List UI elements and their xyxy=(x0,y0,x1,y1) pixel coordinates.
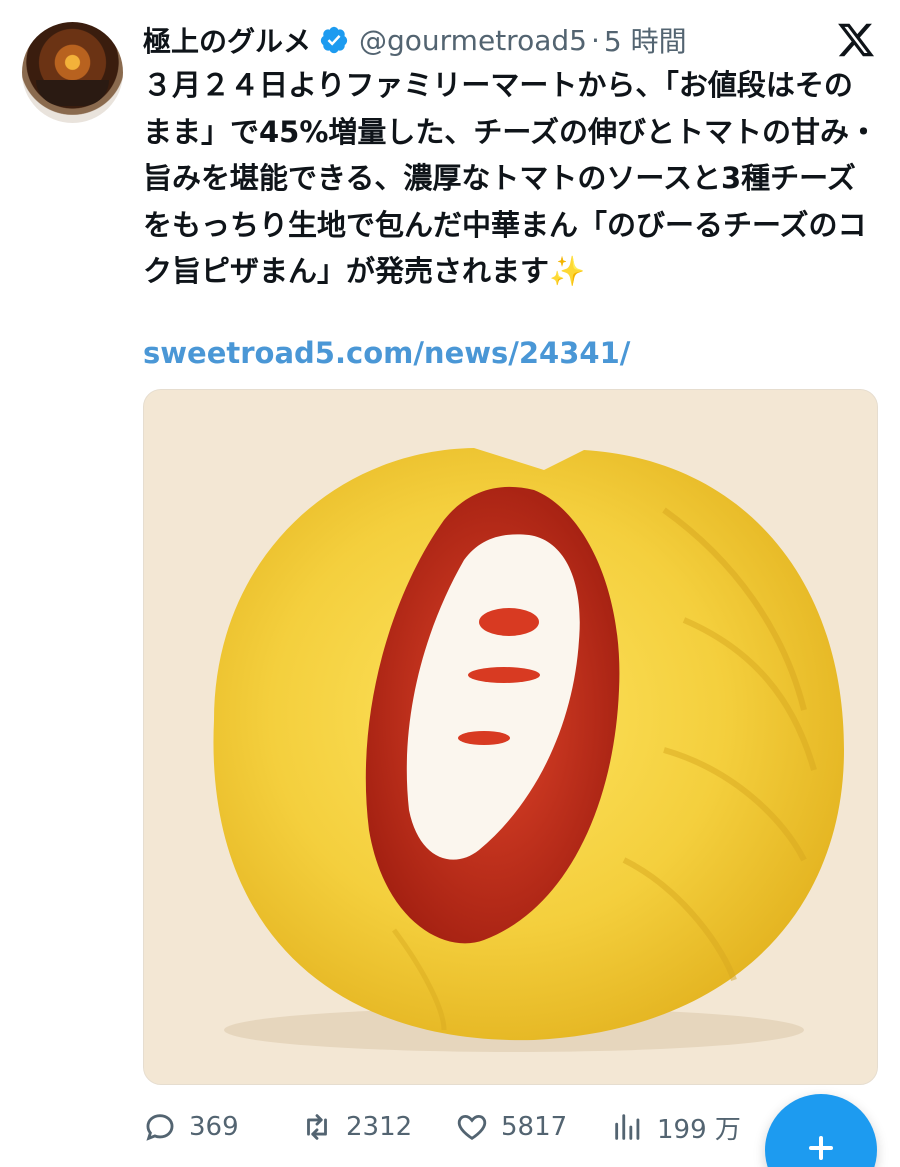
retweet-button[interactable]: 2312 xyxy=(300,1106,412,1148)
like-count: 5817 xyxy=(501,1112,568,1142)
separator: · xyxy=(590,23,600,57)
retweet-count: 2312 xyxy=(346,1112,413,1142)
pizza-bun-illustration xyxy=(144,390,877,1084)
display-name[interactable]: 極上のグルメ xyxy=(143,20,311,60)
retweet-icon xyxy=(307,1114,327,1140)
views-button[interactable]: 199 万 xyxy=(611,1106,741,1148)
verified-badge-icon xyxy=(320,26,348,54)
reply-count: 369 xyxy=(189,1112,239,1142)
tweet-link[interactable]: sweetroad5.com/news/24341/ xyxy=(143,330,630,376)
x-logo-icon[interactable] xyxy=(836,20,876,60)
reply-icon xyxy=(146,1114,174,1141)
heart-icon xyxy=(457,1114,487,1140)
views-icon xyxy=(615,1114,640,1140)
tweet-header: 極上のグルメ @gourmetroad5 · 5 時間 xyxy=(143,20,687,60)
timestamp[interactable]: 5 時間 xyxy=(604,20,687,60)
view-count: 199 万 xyxy=(657,1114,741,1145)
user-handle[interactable]: @gourmetroad5 xyxy=(359,24,587,57)
tweet-media-image[interactable] xyxy=(143,389,878,1085)
like-button[interactable]: 5817 xyxy=(455,1106,567,1148)
sparkles-icon: ✨ xyxy=(549,254,586,288)
compose-button[interactable] xyxy=(765,1094,877,1167)
avatar[interactable] xyxy=(22,22,123,123)
tweet-text-content: ３月２４日よりファミリーマートから、「お値段はそのまま」で45%増量した、チーズ… xyxy=(143,68,878,288)
tweet-text: ３月２４日よりファミリーマートから、「お値段はそのまま」で45%増量した、チーズ… xyxy=(143,62,878,295)
plus-icon xyxy=(809,1136,833,1160)
tweet-actions: 369 2312 5817 199 万 xyxy=(143,1106,763,1148)
reply-button[interactable]: 369 xyxy=(143,1106,239,1148)
